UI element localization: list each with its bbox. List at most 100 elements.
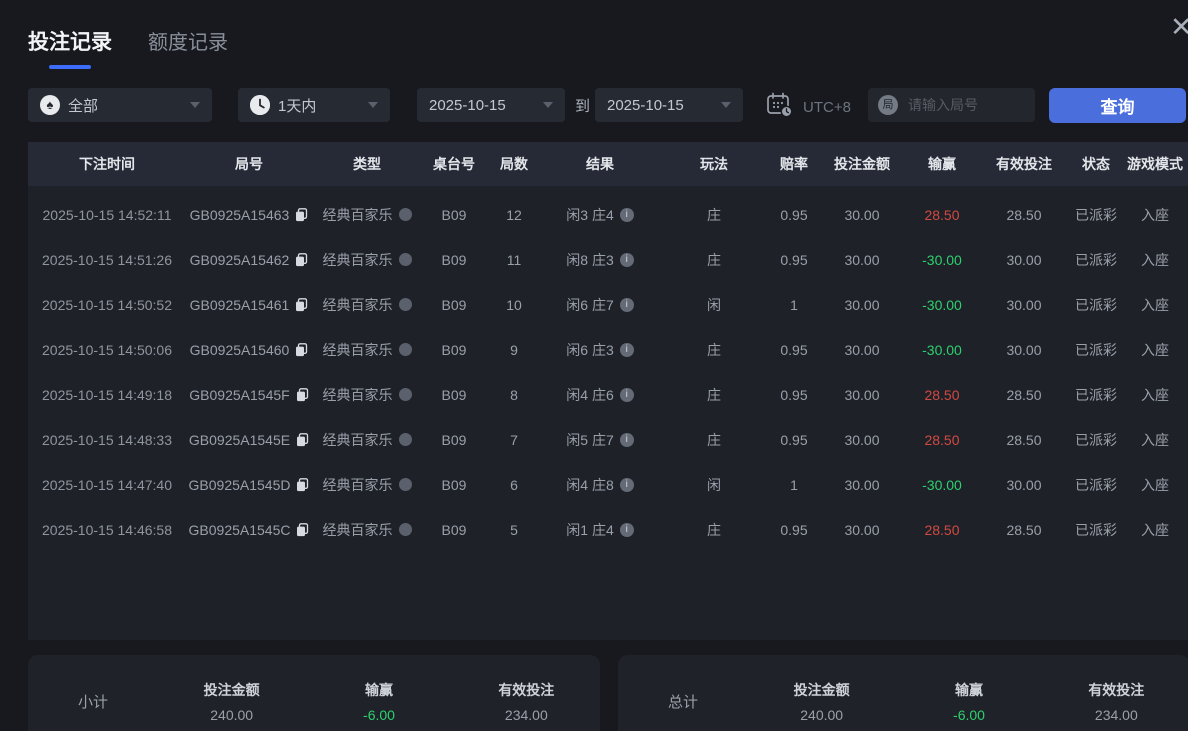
total-card: 总计 投注金额 240.00 输赢 -6.00 有效投注 234.00 (618, 655, 1188, 731)
odds-cell: 0.95 (770, 342, 818, 358)
result-text: 闲3 庄4 (566, 205, 613, 225)
copy-icon[interactable] (296, 433, 309, 447)
replay-icon[interactable] (399, 388, 412, 401)
spade-icon: ♠ (40, 95, 60, 115)
timezone-value: UTC+8 (803, 99, 851, 116)
round-number-input[interactable] (906, 96, 1025, 114)
info-icon[interactable]: i (620, 478, 634, 492)
odds-cell: 0.95 (770, 522, 818, 538)
copy-icon[interactable] (296, 523, 309, 537)
copy-icon[interactable] (296, 478, 309, 492)
win-loss-cell: 28.50 (906, 387, 978, 403)
table-row: 2025-10-15 14:47:40GB0925A1545D经典百家乐B096… (28, 462, 1188, 507)
game-type-text: 经典百家乐 (323, 250, 393, 270)
game-type-cell: 经典百家乐 (312, 385, 422, 405)
copy-icon[interactable] (295, 208, 308, 222)
replay-icon[interactable] (399, 253, 412, 266)
game-mode-cell: 入座 (1122, 520, 1188, 540)
info-icon[interactable]: i (620, 388, 634, 402)
bet-amount-cell: 30.00 (818, 207, 906, 223)
game-type-cell: 经典百家乐 (312, 475, 422, 495)
replay-icon[interactable] (399, 298, 412, 311)
play-type-cell: 庄 (658, 250, 770, 270)
bet-time-cell: 2025-10-15 14:51:26 (28, 252, 186, 268)
query-button[interactable]: 查询 (1049, 88, 1186, 123)
total-bet-stat: 投注金额 240.00 (748, 680, 895, 723)
tab-quota-records[interactable]: 额度记录 (148, 26, 228, 69)
total-win-value: -6.00 (895, 707, 1042, 723)
timezone-display: UTC+8 (766, 92, 851, 122)
table-header-row: 下注时间局号类型桌台号局数结果玩法赔率投注金额输赢有效投注状态游戏模式 (28, 142, 1188, 186)
status-cell: 已派彩 (1070, 250, 1122, 270)
chevron-down-icon (543, 102, 553, 108)
close-icon[interactable]: ✕ (1170, 14, 1188, 41)
replay-icon[interactable] (399, 523, 412, 536)
table-number-cell: B09 (422, 252, 486, 268)
round-id-cell: GB0925A15462 (186, 252, 312, 268)
tab-betting-records-label: 投注记录 (28, 31, 112, 54)
tab-quota-records-label: 额度记录 (148, 32, 228, 54)
info-icon[interactable]: i (620, 343, 634, 357)
subtotal-bet-stat: 投注金额 240.00 (158, 680, 305, 723)
result-text: 闲6 庄3 (566, 340, 613, 360)
chevron-down-icon (368, 102, 378, 108)
date-to-picker[interactable]: 2025-10-15 (595, 88, 743, 122)
info-icon[interactable]: i (620, 253, 634, 267)
game-type-cell: 经典百家乐 (312, 250, 422, 270)
copy-icon[interactable] (296, 388, 309, 402)
round-id-cell: GB0925A1545F (186, 387, 312, 403)
odds-cell: 0.95 (770, 432, 818, 448)
info-icon[interactable]: i (620, 523, 634, 537)
table-number-cell: B09 (422, 207, 486, 223)
game-type-text: 经典百家乐 (323, 295, 393, 315)
bet-amount-cell: 30.00 (818, 387, 906, 403)
info-icon[interactable]: i (620, 433, 634, 447)
game-type-text: 经典百家乐 (323, 205, 393, 225)
result-cell: 闲6 庄3 i (542, 340, 658, 360)
copy-icon[interactable] (295, 298, 308, 312)
subtotal-valid-value: 234.00 (453, 707, 600, 723)
bet-records-table: 下注时间局号类型桌台号局数结果玩法赔率投注金额输赢有效投注状态游戏模式 2025… (28, 142, 1188, 640)
round-count-cell: 8 (486, 387, 542, 403)
table-number-cell: B09 (422, 522, 486, 538)
total-bet-value: 240.00 (748, 707, 895, 723)
valid-bet-cell: 30.00 (978, 342, 1070, 358)
replay-icon[interactable] (399, 208, 412, 221)
tab-betting-records[interactable]: 投注记录 (28, 26, 112, 69)
column-header: 玩法 (658, 154, 770, 174)
column-header: 下注时间 (28, 154, 186, 174)
info-icon[interactable]: i (620, 298, 634, 312)
round-id-cell: GB0925A15461 (186, 297, 312, 313)
status-cell: 已派彩 (1070, 205, 1122, 225)
win-loss-cell: -30.00 (906, 477, 978, 493)
replay-icon[interactable] (399, 478, 412, 491)
bet-time-cell: 2025-10-15 14:49:18 (28, 387, 186, 403)
calendar-clock-icon (766, 92, 793, 122)
status-cell: 已派彩 (1070, 430, 1122, 450)
subtotal-card: 小计 投注金额 240.00 输赢 -6.00 有效投注 234.00 (28, 655, 600, 731)
column-header: 局号 (186, 154, 312, 174)
time-range-dropdown[interactable]: 1天内 (238, 88, 390, 122)
game-type-cell: 经典百家乐 (312, 520, 422, 540)
game-type-dropdown[interactable]: ♠ 全部 (28, 88, 212, 122)
date-from-picker[interactable]: 2025-10-15 (417, 88, 565, 122)
column-header: 结果 (542, 154, 658, 174)
replay-icon[interactable] (399, 343, 412, 356)
table-row: 2025-10-15 14:49:18GB0925A1545F经典百家乐B098… (28, 372, 1188, 417)
replay-icon[interactable] (399, 433, 412, 446)
result-text: 闲8 庄3 (566, 250, 613, 270)
subtotal-valid-stat: 有效投注 234.00 (453, 680, 600, 723)
play-type-cell: 庄 (658, 430, 770, 450)
info-icon[interactable]: i (620, 208, 634, 222)
result-cell: 闲8 庄3 i (542, 250, 658, 270)
game-type-text: 经典百家乐 (323, 520, 393, 540)
column-header: 类型 (312, 154, 422, 174)
play-type-cell: 闲 (658, 295, 770, 315)
copy-icon[interactable] (295, 343, 308, 357)
round-count-cell: 12 (486, 207, 542, 223)
total-label: 总计 (618, 691, 748, 712)
table-number-cell: B09 (422, 432, 486, 448)
copy-icon[interactable] (295, 253, 308, 267)
table-row: 2025-10-15 14:52:11GB0925A15463经典百家乐B091… (28, 192, 1188, 237)
total-valid-value: 234.00 (1043, 707, 1188, 723)
